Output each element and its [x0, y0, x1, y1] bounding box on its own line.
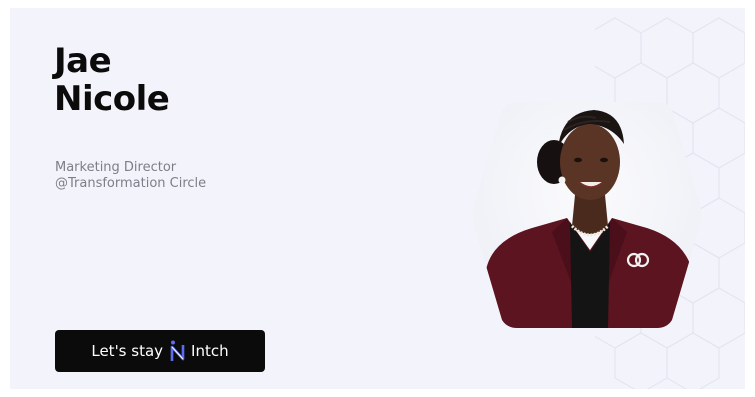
profile-name: Jae Nicole: [54, 41, 170, 119]
cta-label-prefix: Let's stay: [91, 342, 164, 360]
profile-role: Marketing Director @Transformation Circl…: [55, 160, 206, 192]
intch-logo-icon: [170, 340, 185, 361]
cta-brand: Intch: [191, 342, 229, 360]
lets-stay-in-touch-button[interactable]: Let's stay Intch: [55, 330, 265, 372]
profile-last-name: Nicole: [54, 79, 170, 119]
profile-photo: [472, 102, 702, 328]
profile-company: @Transformation Circle: [55, 176, 207, 191]
profile-card: Jae Nicole Marketing Director @Transform…: [10, 8, 745, 389]
profile-first-name: Jae: [54, 41, 112, 81]
profile-job-title: Marketing Director: [55, 160, 177, 175]
